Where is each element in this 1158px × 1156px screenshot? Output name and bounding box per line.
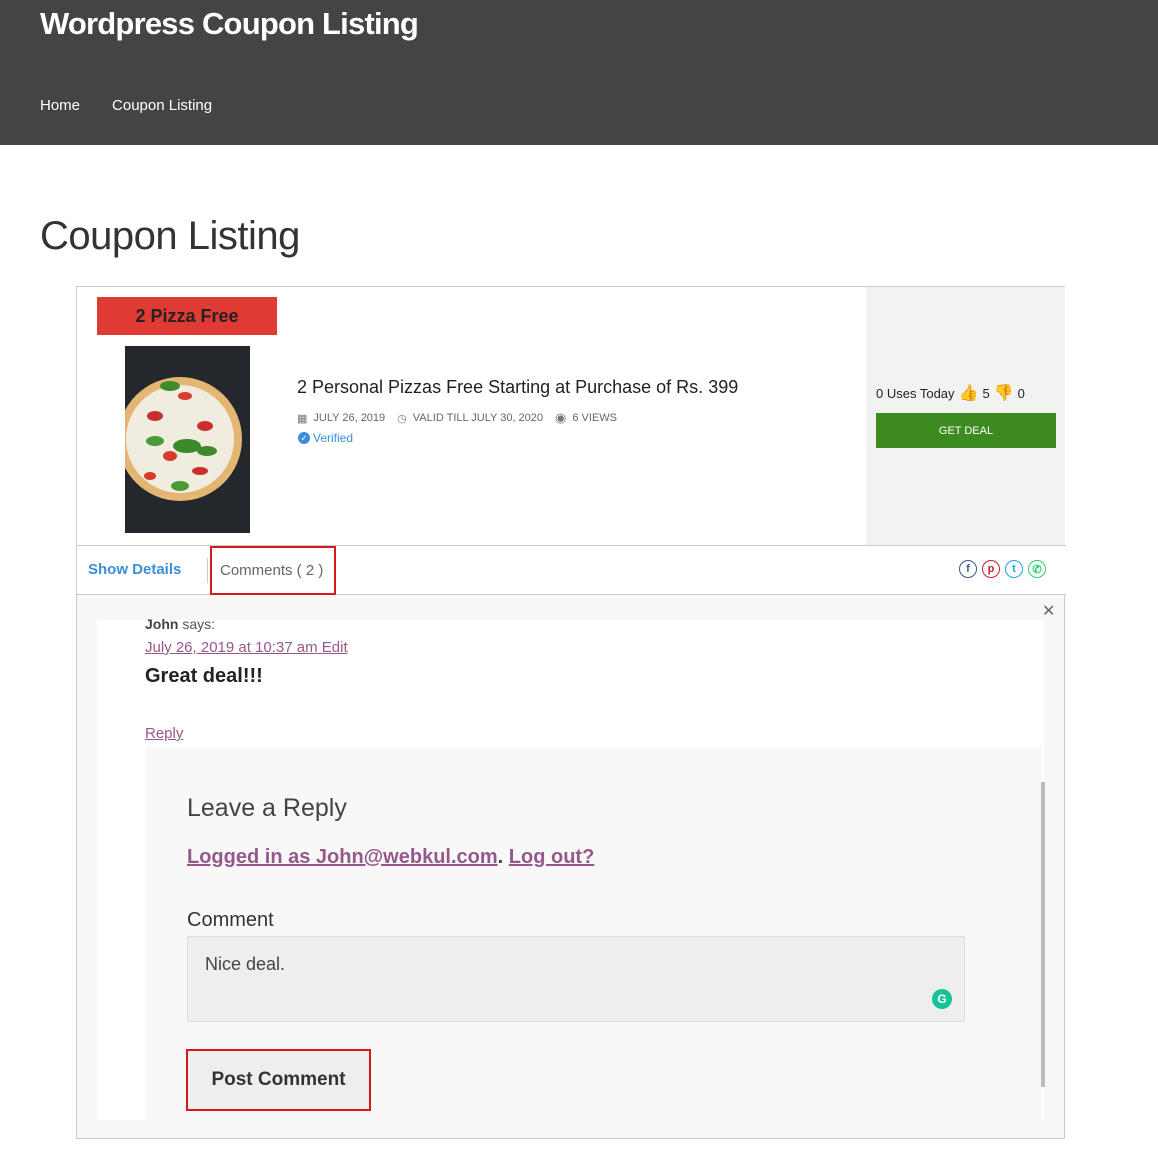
edit-link[interactable]: Edit — [322, 639, 348, 656]
reply-title: Leave a Reply — [187, 794, 347, 822]
usage-stats: 0 Uses Today 👍 5 👎 0 — [876, 383, 1025, 403]
pinterest-icon[interactable]: p — [982, 560, 1000, 578]
logged-in-link[interactable]: Logged in as John@webkul.com — [187, 846, 498, 868]
says-label: says: — [182, 616, 216, 632]
thumbs-down-icon[interactable]: 👎 — [994, 383, 1014, 403]
coupon-tabs: Show Details Comments ( 2 ) f p t ✆ — [77, 545, 1066, 595]
coupon-main: 2 Pizza Free 2 Personal Pizzas Free Star… — [77, 287, 866, 545]
comment-date: July 26, 2019 at 10:37 am Edit — [145, 639, 348, 656]
verified-badge: ✓ Verified — [298, 431, 353, 445]
verified-label: Verified — [313, 431, 354, 445]
comments-panel: John says: July 26, 2019 at 10:37 am Edi… — [97, 616, 1045, 1120]
comment-date-link[interactable]: July 26, 2019 at 10:37 am — [145, 639, 318, 656]
tab-show-details[interactable]: Show Details — [88, 561, 181, 578]
twitter-icon[interactable]: t — [1005, 560, 1023, 578]
dislike-count: 0 — [1017, 385, 1025, 401]
comment-textarea[interactable]: Nice deal. — [187, 936, 965, 1022]
site-title[interactable]: Wordpress Coupon Listing — [40, 6, 419, 42]
comment-text: Great deal!!! — [145, 665, 263, 687]
coupon-title[interactable]: 2 Personal Pizzas Free Starting at Purch… — [297, 377, 738, 398]
get-deal-button[interactable]: GET DEAL — [876, 413, 1056, 448]
coupon-valid: VALID TILL JULY 30, 2020 — [412, 412, 544, 424]
like-count: 5 — [982, 385, 990, 401]
nav-item-coupon-listing[interactable]: Coupon Listing — [112, 97, 212, 114]
calendar-icon: ▦ — [297, 412, 308, 425]
coupon-card: 2 Pizza Free 2 Personal Pizzas Free Star… — [76, 286, 1066, 1139]
tab-comments[interactable]: Comments ( 2 ) — [210, 546, 336, 595]
logged-in-line: Logged in as John@webkul.com. Log out? — [187, 846, 595, 868]
main-nav: Home Coupon Listing — [40, 97, 212, 114]
nav-item-home[interactable]: Home — [40, 97, 80, 114]
comment-author: John says: — [145, 616, 215, 632]
clock-icon: ◷ — [397, 412, 407, 425]
coupon-meta: ▦ JULY 26, 2019 ◷ VALID TILL JULY 30, 2020… — [297, 410, 629, 426]
uses-today: 0 Uses Today — [876, 385, 955, 401]
site-header: Wordpress Coupon Listing Home Coupon Lis… — [0, 0, 1158, 145]
close-icon[interactable]: ✕ — [1042, 601, 1055, 621]
share-icons: f p t ✆ — [959, 560, 1046, 578]
author-name[interactable]: John — [145, 616, 178, 632]
coupon-views: 6 VIEWS — [572, 412, 617, 424]
coupon-badge: 2 Pizza Free — [97, 297, 277, 335]
tab-divider — [207, 558, 208, 583]
reply-link[interactable]: Reply — [145, 725, 183, 742]
page-title: Coupon Listing — [40, 214, 300, 258]
coupon-actions: 0 Uses Today 👍 5 👎 0 GET DEAL — [866, 287, 1065, 545]
grammarly-icon[interactable]: G — [932, 989, 952, 1009]
facebook-icon[interactable]: f — [959, 560, 977, 578]
coupon-image — [125, 346, 250, 533]
eye-icon: ◉ — [555, 410, 567, 425]
reply-form: Leave a Reply Logged in as John@webkul.c… — [145, 747, 1042, 1120]
comment-label: Comment — [187, 909, 274, 931]
logout-link[interactable]: Log out? — [509, 846, 595, 868]
coupon-date: JULY 26, 2019 — [313, 412, 386, 424]
thumbs-up-icon[interactable]: 👍 — [959, 383, 979, 403]
check-icon: ✓ — [298, 432, 310, 444]
whatsapp-icon[interactable]: ✆ — [1028, 560, 1046, 578]
scrollbar[interactable] — [1041, 782, 1045, 1087]
post-comment-button[interactable]: Post Comment — [186, 1049, 371, 1111]
